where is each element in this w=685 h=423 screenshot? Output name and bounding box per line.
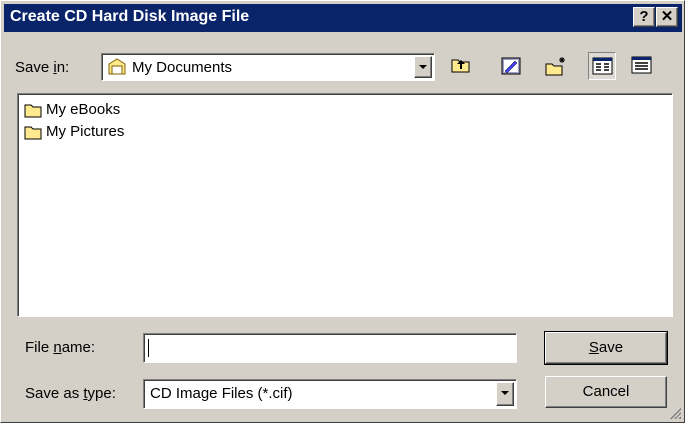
save-button-rest: ave <box>598 339 624 356</box>
cancel-button[interactable]: Cancel <box>545 376 667 408</box>
chevron-down-icon[interactable] <box>496 382 514 406</box>
desktop-button[interactable] <box>497 52 525 80</box>
save-as-type-label-post: ype: <box>87 385 116 402</box>
save-button[interactable]: Save <box>544 331 668 365</box>
new-folder-icon <box>545 57 565 76</box>
save-button-accel: S <box>588 339 599 356</box>
desktop-icon <box>501 57 521 75</box>
window-title: Create CD Hard Disk Image File <box>10 8 250 25</box>
save-as-type-dropdown[interactable]: CD Image Files (*.cif) <box>143 379 517 409</box>
save-in-label-pre: Save <box>15 59 54 76</box>
text-caret <box>148 339 149 357</box>
save-as-type-label-pre: Save as <box>25 385 84 402</box>
new-folder-button[interactable] <box>541 52 569 80</box>
title-bar[interactable]: Create CD Hard Disk Image File ? ✕ <box>4 4 682 32</box>
file-name-label-pre: File <box>25 339 54 356</box>
save-in-value: My Documents <box>132 59 233 76</box>
save-in-label: Save in: <box>15 59 69 76</box>
chevron-down-icon[interactable] <box>414 56 432 78</box>
my-documents-icon <box>108 58 126 75</box>
folder-icon <box>24 104 42 118</box>
list-view-icon <box>592 57 613 75</box>
up-one-level-icon <box>451 59 470 73</box>
file-name-label: File name: <box>25 339 95 356</box>
save-as-type-value: CD Image Files (*.cif) <box>150 385 293 402</box>
list-view-button[interactable] <box>588 52 616 80</box>
up-one-level-button[interactable] <box>447 52 475 80</box>
save-as-type-label: Save as type: <box>25 385 116 402</box>
help-button[interactable]: ? <box>633 7 655 27</box>
save-dialog: Create CD Hard Disk Image File ? ✕ Save … <box>0 0 685 423</box>
details-view-button[interactable] <box>628 52 656 80</box>
file-list[interactable]: My eBooks My Pictures <box>17 93 673 317</box>
file-name-field[interactable] <box>143 333 517 363</box>
folder-icon <box>24 126 42 140</box>
save-in-label-post: n: <box>56 59 70 76</box>
file-name-label-accel: n <box>53 339 62 356</box>
save-in-dropdown[interactable]: My Documents <box>101 53 435 81</box>
details-view-icon <box>631 56 652 74</box>
list-item-label: My Pictures <box>46 123 125 140</box>
file-name-label-post: ame: <box>61 339 96 356</box>
close-button[interactable]: ✕ <box>656 7 678 27</box>
list-item-label: My eBooks <box>46 101 121 118</box>
resize-grip[interactable] <box>667 405 681 419</box>
